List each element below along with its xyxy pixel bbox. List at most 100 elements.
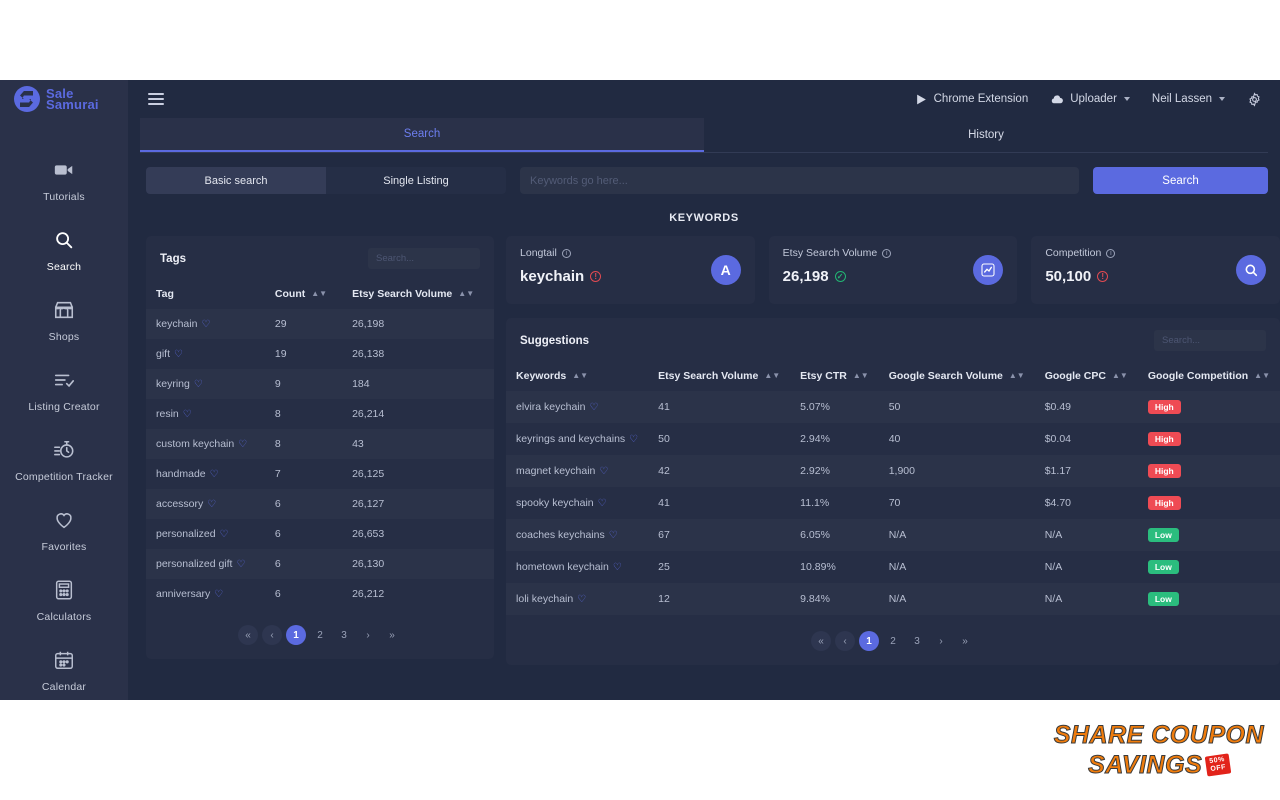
table-row[interactable]: custom keychain ♡ 8 43 bbox=[146, 429, 495, 459]
favorite-heart-icon[interactable]: ♡ bbox=[613, 562, 622, 573]
favorite-heart-icon[interactable]: ♡ bbox=[220, 529, 229, 540]
favorite-heart-icon[interactable]: ♡ bbox=[236, 559, 245, 570]
table-row[interactable]: anniversary ♡ 6 26,212 bbox=[146, 579, 494, 609]
favorite-heart-icon[interactable]: ♡ bbox=[629, 434, 638, 445]
pagination-page[interactable]: 3 bbox=[907, 631, 927, 651]
tag-cell: custom keychain ♡ bbox=[146, 429, 265, 459]
info-icon[interactable]: i bbox=[561, 248, 571, 258]
tags-col-count[interactable]: Count ▲▼ bbox=[265, 279, 342, 309]
cpc-cell: N/A bbox=[1044, 561, 1063, 573]
brand-logo[interactable]: Sale Samurai bbox=[0, 80, 128, 118]
user-menu[interactable]: Neil Lassen bbox=[1152, 93, 1225, 105]
sug-col-esv[interactable]: Etsy Search Volume ▲▼ bbox=[648, 361, 790, 391]
table-row[interactable]: keyrings and keychains ♡ 50 2.94% 40 $0.04 Hig… bbox=[506, 423, 1280, 455]
favorite-heart-icon[interactable]: ♡ bbox=[599, 466, 608, 477]
favorite-heart-icon[interactable]: ♡ bbox=[577, 594, 586, 605]
sidebar-item-listing-creator[interactable]: Listing Creator bbox=[0, 356, 128, 426]
favorite-heart-icon[interactable]: ♡ bbox=[183, 409, 192, 420]
tags-table: Tag Count ▲▼ Etsy Search Volume ▲▼ keychai… bbox=[146, 279, 495, 609]
ctr-cell: 10.89% bbox=[800, 561, 836, 573]
favorite-heart-icon[interactable]: ♡ bbox=[598, 498, 607, 509]
pagination-last[interactable]: » bbox=[955, 631, 975, 651]
favorite-heart-icon[interactable]: ♡ bbox=[210, 469, 219, 480]
pagination-page[interactable]: 2 bbox=[310, 625, 330, 645]
cpc-cell: $4.70 bbox=[1044, 497, 1071, 509]
chevron-down-icon bbox=[1123, 97, 1130, 101]
favorite-heart-icon[interactable]: ♡ bbox=[194, 379, 203, 390]
gsv-cell: 70 bbox=[888, 497, 901, 509]
keyword-cell: magnet keychain ♡ bbox=[506, 455, 648, 487]
keywords-input[interactable] bbox=[520, 167, 1079, 194]
tags-col-tag[interactable]: Tag bbox=[146, 279, 265, 309]
count-cell: 6 bbox=[274, 498, 281, 510]
favorite-heart-icon[interactable]: ♡ bbox=[609, 530, 618, 541]
sidebar-item-favorites[interactable]: Favorites bbox=[0, 496, 128, 566]
pagination-next[interactable]: › bbox=[358, 625, 378, 645]
tags-col-volume[interactable]: Etsy Search Volume ▲▼ bbox=[342, 279, 494, 309]
table-row[interactable]: handmade ♡ 7 26,125 bbox=[146, 459, 494, 489]
uploader-menu[interactable]: Uploader bbox=[1050, 93, 1130, 106]
favorite-heart-icon[interactable]: ♡ bbox=[214, 589, 223, 600]
table-row[interactable]: gift ♡ 19 26,138 bbox=[146, 339, 494, 369]
basic-search-tab[interactable]: Basic search bbox=[146, 167, 326, 194]
pagination-prev[interactable]: ‹ bbox=[835, 631, 855, 651]
info-icon[interactable]: i bbox=[1106, 248, 1116, 258]
volume-cell: 26,125 bbox=[352, 468, 385, 480]
menu-toggle-icon[interactable] bbox=[148, 93, 164, 105]
table-row[interactable]: magnet keychain ♡ 42 2.92% 1,900 $1.17 High bbox=[506, 455, 1280, 487]
sug-col-cpc[interactable]: Google CPC ▲▼ bbox=[1035, 361, 1138, 391]
sug-col-ctr[interactable]: Etsy CTR ▲▼ bbox=[790, 361, 879, 391]
table-row[interactable]: keychain ♡ 29 26,198 bbox=[146, 309, 495, 339]
single-listing-tab[interactable]: Single Listing bbox=[326, 167, 506, 194]
sidebar-item-search[interactable]: Search bbox=[0, 216, 128, 286]
sidebar-item-competition-tracker[interactable]: Competition Tracker bbox=[0, 426, 128, 496]
pagination-first[interactable]: « bbox=[238, 625, 258, 645]
sidebar-item-tutorials[interactable]: Tutorials bbox=[0, 146, 128, 216]
table-row[interactable]: personalized gift ♡ 6 26,130 bbox=[146, 549, 495, 579]
table-row[interactable]: hometown keychain ♡ 25 10.89% N/A N/A Low bbox=[506, 551, 1280, 583]
table-row[interactable]: coaches keychains ♡ 67 6.05% N/A N/A Low bbox=[506, 519, 1280, 551]
tab-search[interactable]: Search bbox=[140, 118, 704, 152]
sug-col-gsv[interactable]: Google Search Volume ▲▼ bbox=[879, 361, 1035, 391]
tags-column: Tags Tag Count ▲▼ Etsy Search Volume ▲▼ ke… bbox=[146, 236, 495, 665]
favorite-heart-icon[interactable]: ♡ bbox=[174, 349, 183, 360]
sort-icon: ▲▼ bbox=[1111, 371, 1128, 380]
gsv-cell: 40 bbox=[888, 433, 901, 445]
pagination-page[interactable]: 3 bbox=[334, 625, 354, 645]
info-icon[interactable]: i bbox=[882, 248, 892, 258]
sidebar-item-shops[interactable]: Shops bbox=[0, 286, 128, 356]
sidebar-item-calculators[interactable]: Calculators bbox=[0, 566, 128, 636]
favorite-heart-icon[interactable]: ♡ bbox=[238, 439, 247, 450]
table-row[interactable]: accessory ♡ 6 26,127 bbox=[146, 489, 495, 519]
pagination-page[interactable]: 1 bbox=[859, 631, 879, 651]
favorite-heart-icon[interactable]: ♡ bbox=[201, 319, 210, 330]
table-row[interactable]: loli keychain ♡ 12 9.84% N/A N/A Low bbox=[506, 583, 1280, 615]
tags-search-input[interactable] bbox=[368, 248, 481, 269]
table-row[interactable]: elvira keychain ♡ 41 5.07% 50 $0.49 High bbox=[506, 391, 1280, 423]
sidebar-item-calendar[interactable]: Calendar bbox=[0, 636, 128, 700]
pagination-next[interactable]: › bbox=[931, 631, 951, 651]
suggestions-table-header-row: Keywords ▲▼ Etsy Search Volume ▲▼ Etsy CTR… bbox=[506, 361, 1280, 391]
watermark-line-1: SHARE COUPON bbox=[1053, 721, 1264, 750]
tab-history[interactable]: History bbox=[704, 118, 1268, 152]
favorite-heart-icon[interactable]: ♡ bbox=[207, 499, 216, 510]
pagination-page[interactable]: 2 bbox=[883, 631, 903, 651]
search-button[interactable]: Search bbox=[1093, 167, 1268, 194]
sug-col-gcomp[interactable]: Google Competition ▲▼ bbox=[1138, 361, 1280, 391]
table-row[interactable]: spooky keychain ♡ 41 11.1% 70 $4.70 High bbox=[506, 487, 1280, 519]
table-row[interactable]: personalized ♡ 6 26,653 bbox=[146, 519, 494, 549]
status-badge: High bbox=[1147, 432, 1181, 446]
sug-col-keywords[interactable]: Keywords ▲▼ bbox=[506, 361, 648, 391]
table-row[interactable]: resin ♡ 8 26,214 bbox=[146, 399, 494, 429]
count-cell: 7 bbox=[274, 468, 281, 480]
chrome-extension-button[interactable]: Chrome Extension bbox=[915, 93, 1028, 106]
settings-button[interactable] bbox=[1247, 91, 1262, 107]
pagination-last[interactable]: » bbox=[382, 625, 402, 645]
table-row[interactable]: keyring ♡ 9 184 bbox=[146, 369, 495, 399]
favorite-heart-icon[interactable]: ♡ bbox=[589, 402, 598, 413]
pagination-prev[interactable]: ‹ bbox=[262, 625, 282, 645]
competition-cell: Low bbox=[1138, 519, 1280, 551]
pagination-first[interactable]: « bbox=[811, 631, 831, 651]
pagination-page[interactable]: 1 bbox=[286, 625, 306, 645]
suggestions-search-input[interactable] bbox=[1154, 330, 1266, 351]
